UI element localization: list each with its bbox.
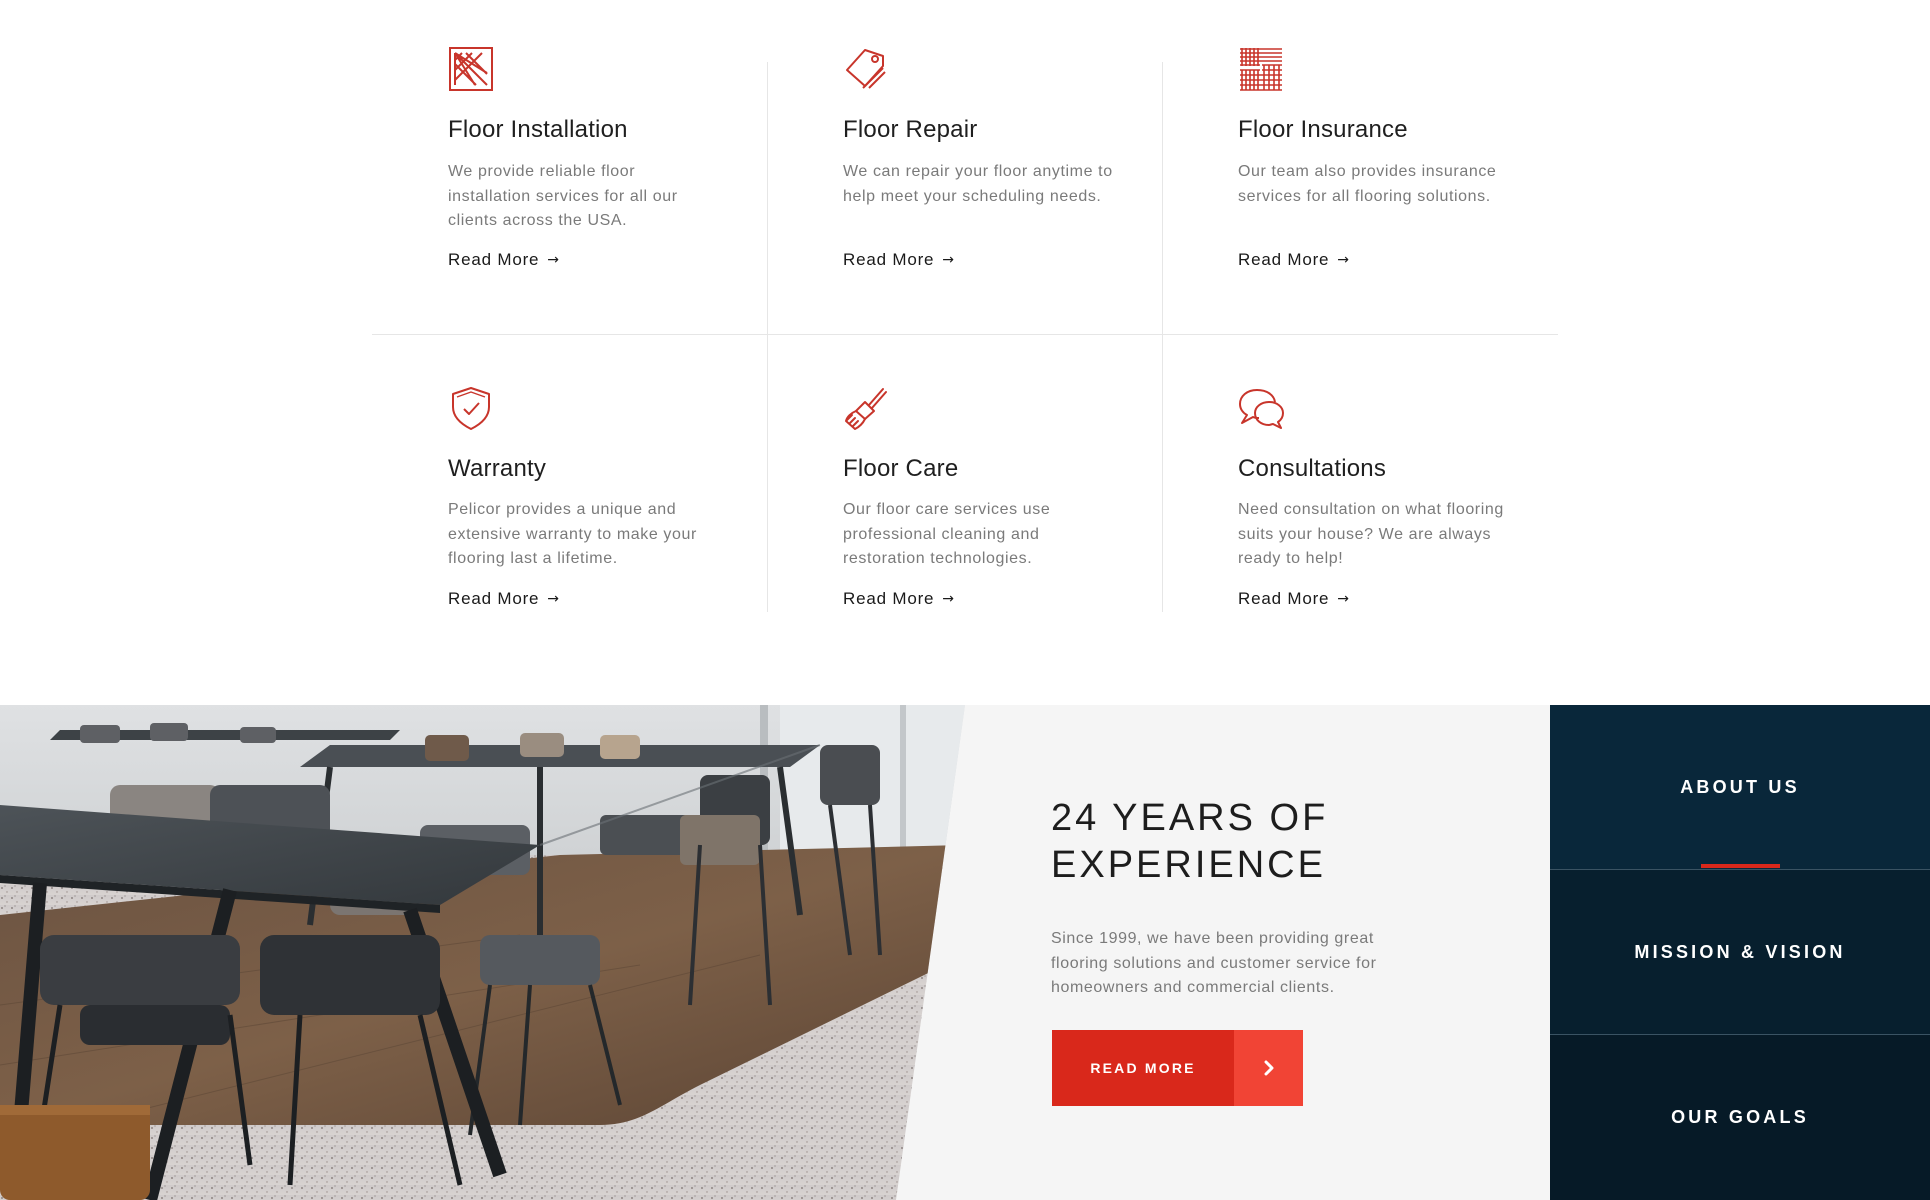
read-more-link[interactable]: Read More → — [1238, 589, 1350, 609]
shield-check-icon — [448, 385, 494, 431]
service-title: Warranty — [448, 455, 547, 482]
service-card-consultations: Consultations Need consultation on what … — [1162, 0, 1557, 608]
office-interior-photo — [0, 705, 965, 1200]
read-more-link[interactable]: Read More → — [843, 589, 955, 609]
service-description: Need consultation on what flooring suits… — [1238, 501, 1504, 567]
tab-about-us[interactable]: ABOUT US — [1550, 705, 1930, 869]
read-more-link[interactable]: Read More → — [448, 589, 560, 609]
brush-icon — [843, 385, 889, 431]
chevron-right-icon — [1234, 1030, 1303, 1106]
experience-content: 24 YEARS OF EXPERIENCE Since 1999, we ha… — [1051, 795, 1471, 1001]
tab-mission-vision[interactable]: MISSION & VISION — [1550, 870, 1930, 1034]
chat-bubbles-icon — [1238, 385, 1284, 431]
service-card-warranty: Warranty Pelicor provides a unique and e… — [372, 0, 767, 608]
info-tabs: ABOUT US MISSION & VISION OUR GOALS — [1550, 705, 1930, 1200]
service-card-floor-care: Floor Care Our floor care services use p… — [767, 0, 1162, 608]
service-description: Pelicor provides a unique and extensive … — [448, 501, 697, 567]
experience-heading-line: EXPERIENCE — [1051, 844, 1326, 886]
experience-band: 24 YEARS OF EXPERIENCE Since 1999, we ha… — [0, 705, 1930, 1200]
service-title: Floor Care — [843, 455, 959, 482]
experience-heading-line: 24 YEARS OF — [1051, 797, 1329, 839]
read-more-label: Read More — [448, 589, 540, 608]
read-more-button[interactable]: READ MORE — [1052, 1030, 1303, 1106]
arrow-right-icon: → — [942, 591, 955, 607]
arrow-right-icon: → — [547, 591, 560, 607]
arrow-right-icon: → — [1337, 591, 1350, 607]
read-more-label: Read More — [843, 589, 935, 608]
service-title: Consultations — [1238, 455, 1387, 482]
tab-our-goals[interactable]: OUR GOALS — [1550, 1035, 1930, 1200]
services-grid: Floor Installation We provide reliable f… — [372, 0, 1558, 705]
tab-active-indicator — [1701, 864, 1780, 868]
read-more-button-label: READ MORE — [1052, 1030, 1234, 1106]
service-description: Our floor care services use professional… — [843, 501, 1051, 567]
experience-heading: 24 YEARS OF EXPERIENCE — [1051, 795, 1471, 889]
read-more-label: Read More — [1238, 589, 1330, 608]
experience-text: Since 1999, we have been providing great… — [1051, 930, 1377, 996]
